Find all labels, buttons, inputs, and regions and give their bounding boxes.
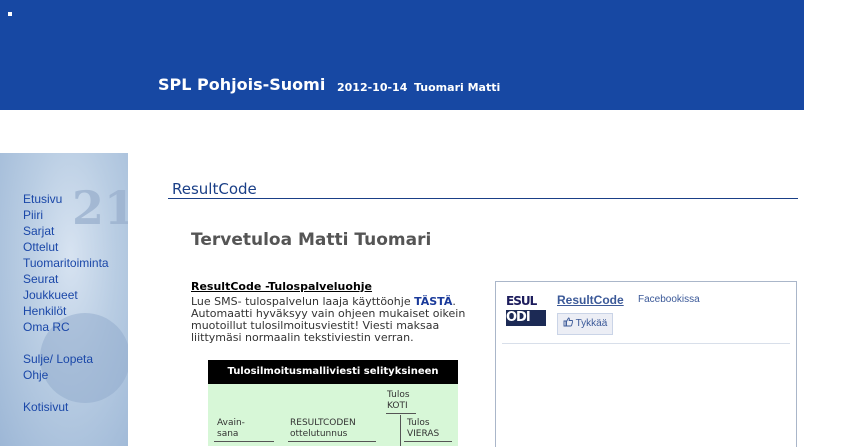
table-col-key: Avain- sana [217, 418, 245, 439]
nav-ohje[interactable]: Ohje [23, 367, 109, 383]
section-title: ResultCode [172, 180, 257, 198]
facebook-divider [502, 343, 790, 344]
nav-tuomaritoiminta[interactable]: Tuomaritoiminta [23, 255, 109, 271]
sample-message-table: Tulosilmoitusmalliviesti selityksineen T… [208, 360, 458, 446]
nav-piiri[interactable]: Piiri [23, 207, 109, 223]
nav-sarjat[interactable]: Sarjat [23, 223, 109, 239]
table-col-away: Tulos VIERAS [407, 418, 440, 439]
nav-henkilot[interactable]: Henkilöt [23, 303, 109, 319]
facebook-widget: ESUL ODI ResultCode Facebookissa Tykkää [495, 281, 797, 447]
org-title: SPL Pohjois-Suomi [158, 75, 326, 94]
header-user: Tuomari Matti [414, 81, 501, 94]
banner-dot [8, 12, 12, 16]
logo-top-text: ESUL [506, 294, 537, 308]
table-title: Tulosilmoitusmalliviesti selityksineen [208, 360, 458, 384]
nav-ottelut[interactable]: Ottelut [23, 239, 109, 255]
welcome-heading: Tervetuloa Matti Tuomari [191, 230, 432, 250]
thumbs-up-icon [563, 317, 576, 329]
facebook-subtitle: Facebookissa [638, 294, 700, 305]
nav-seurat[interactable]: Seurat [23, 271, 109, 287]
table-col-home: Tulos KOTI [387, 390, 410, 411]
facebook-page-name[interactable]: ResultCode [557, 293, 624, 307]
like-label: Tykkää [575, 318, 608, 329]
help-title: ResultCode -Tulospalveluohje [191, 280, 373, 293]
sidebar-nav: Etusivu Piiri Sarjat Ottelut Tuomaritoim… [23, 191, 109, 415]
header-date: 2012-10-14 [337, 81, 408, 94]
nav-kotisivut[interactable]: Kotisivut [23, 399, 109, 415]
table-vline-away [400, 415, 401, 446]
table-rule-home [386, 413, 416, 414]
nav-sulje-lopeta[interactable]: Sulje/ Lopeta [23, 351, 109, 367]
table-rule-key [214, 441, 274, 442]
table-rule-away [404, 441, 452, 442]
like-button[interactable]: Tykkää [557, 313, 614, 335]
table-col-code: RESULTCODEN ottelutunnus [290, 418, 356, 439]
logo-bottom-text: ODI [506, 310, 546, 326]
top-banner: SPL Pohjois-Suomi 2012-10-14 Tuomari Mat… [0, 0, 804, 110]
resultcode-logo[interactable]: ESUL ODI [506, 294, 546, 328]
help-text: Lue SMS- tulospalvelun laaja käyttöohje … [191, 296, 481, 344]
sidebar: 21 Etusivu Piiri Sarjat Ottelut Tuomarit… [0, 153, 128, 446]
nav-oma-rc[interactable]: Oma RC [23, 319, 109, 335]
section-divider [168, 198, 798, 199]
nav-joukkueet[interactable]: Joukkueet [23, 287, 109, 303]
table-rule-code [288, 441, 376, 442]
nav-etusivu[interactable]: Etusivu [23, 191, 109, 207]
